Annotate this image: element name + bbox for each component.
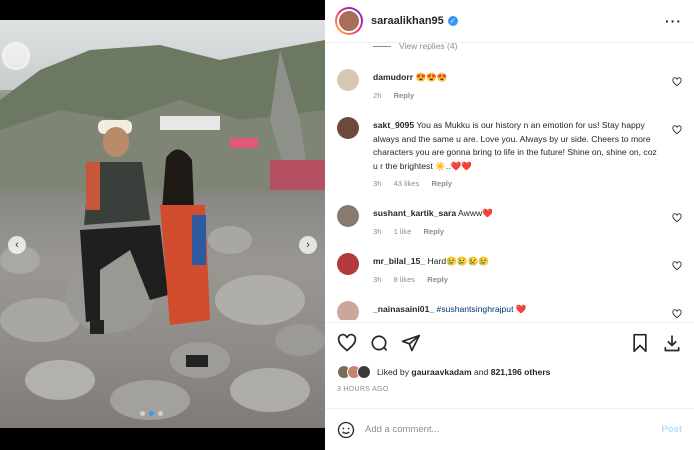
comment-time: 3h: [373, 179, 382, 188]
carousel-dots: [140, 411, 163, 416]
post-photo[interactable]: ‹ ›: [0, 20, 325, 428]
chevron-right-icon: ›: [306, 239, 310, 251]
likes-count[interactable]: 821,196 others: [491, 367, 551, 377]
comment-time: 3h: [373, 274, 382, 284]
add-comment-bar: Post: [325, 408, 694, 450]
commenter-username[interactable]: damudorr: [373, 72, 413, 82]
carousel-dot: [140, 411, 145, 416]
heart-icon[interactable]: [672, 309, 682, 319]
comment-likes[interactable]: 43 likes: [394, 179, 420, 188]
view-replies-link[interactable]: View replies (4): [373, 43, 457, 51]
more-options-icon[interactable]: ···: [665, 13, 682, 29]
rocky-ground: [0, 120, 325, 420]
heart-icon[interactable]: [672, 261, 682, 271]
carousel-dot-active: [149, 411, 154, 416]
post-timestamp[interactable]: 3 HOURS AGO: [337, 386, 389, 393]
author-avatar[interactable]: [335, 7, 363, 35]
share-send-icon[interactable]: [401, 333, 421, 353]
commenter-avatar[interactable]: [337, 69, 359, 91]
liked-by-user[interactable]: gauraavkadam: [411, 367, 471, 377]
smiley-icon[interactable]: [337, 421, 355, 439]
commenter-username[interactable]: sakt_9095: [373, 120, 414, 130]
chevron-left-icon: ‹: [15, 239, 19, 251]
comment-text: You as Mukku is our history n an emotion…: [373, 120, 657, 171]
commenter-username[interactable]: sushant_kartik_sara: [373, 208, 456, 218]
commenter-avatar[interactable]: [337, 301, 359, 320]
comments-list: View replies (4) damudorr 😍😍😍 2h Reply s…: [325, 43, 694, 320]
carousel-dot: [158, 411, 163, 416]
comment-text: 😍😍😍: [415, 72, 448, 82]
commenter-avatar[interactable]: [337, 253, 359, 275]
like-heart-icon[interactable]: [337, 333, 357, 353]
comment-likes[interactable]: 1 like: [394, 227, 412, 236]
likes-summary: Liked by gauraavkadam and 821,196 others: [337, 365, 550, 379]
liked-by-and: and: [474, 367, 489, 377]
download-icon[interactable]: [662, 333, 682, 353]
author-username[interactable]: saraalikhan95: [371, 15, 444, 27]
reply-button[interactable]: Reply: [394, 91, 415, 100]
comment-bubble-icon[interactable]: [369, 333, 389, 353]
comment-time: 2h: [373, 90, 382, 100]
post-header: saraalikhan95 ✓ ···: [325, 0, 694, 43]
carousel-next-button[interactable]: ›: [299, 236, 317, 254]
comment-input[interactable]: [365, 424, 662, 435]
hashtag-link[interactable]: #sushantsinghrajput: [437, 304, 514, 314]
comment-text: Awww❤️: [458, 208, 493, 218]
reply-button[interactable]: Reply: [427, 275, 448, 284]
carousel-prev-button[interactable]: ‹: [8, 236, 26, 254]
expand-icon[interactable]: [2, 42, 30, 70]
reply-button[interactable]: Reply: [423, 227, 444, 236]
liker-avatar[interactable]: [357, 365, 371, 379]
commenter-username[interactable]: _nainasaini01_: [373, 304, 434, 314]
comment-text: ❤️: [515, 304, 527, 314]
post-panel: saraalikhan95 ✓ ··· View replies (4) dam…: [325, 0, 694, 450]
commenter-avatar[interactable]: [337, 117, 359, 139]
post-comment-button[interactable]: Post: [661, 424, 682, 435]
reply-button[interactable]: Reply: [431, 179, 452, 188]
bookmark-icon[interactable]: [630, 333, 650, 353]
heart-icon[interactable]: [672, 125, 682, 135]
comment-text: Hard😢😢😢😢: [427, 256, 489, 266]
heart-icon[interactable]: [672, 77, 682, 87]
comment-time: 3h: [373, 226, 382, 236]
commenter-username[interactable]: mr_bilal_15_: [373, 256, 425, 266]
heart-icon[interactable]: [672, 213, 682, 223]
verified-badge-icon: ✓: [447, 16, 458, 26]
comment-likes[interactable]: 8 likes: [394, 275, 416, 284]
commenter-avatar[interactable]: [337, 205, 359, 227]
action-bar: [325, 322, 694, 362]
liked-by-prefix: Liked by: [377, 367, 410, 377]
